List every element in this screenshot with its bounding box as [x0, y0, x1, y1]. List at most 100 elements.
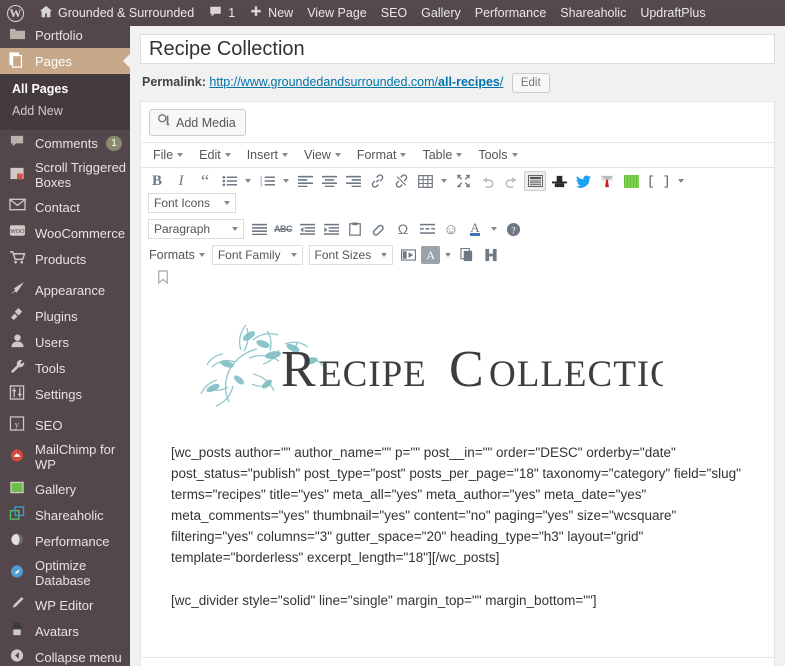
shareaholic-hat-icon[interactable] [548, 171, 570, 191]
bulleted-list-caret-icon[interactable] [242, 171, 254, 191]
shortcode-block-wc-divider[interactable]: [wc_divider style="solid" line="single" … [171, 590, 744, 611]
justify-icon[interactable] [248, 219, 270, 239]
sidebar-item-shareaholic[interactable]: Shareaholic [0, 502, 130, 528]
sidebar-label-collapse-menu: Collapse menu [35, 649, 122, 665]
menu-insert[interactable]: Insert [239, 145, 296, 165]
font-sizes-select[interactable]: Font Sizes [308, 245, 394, 265]
sidebar-item-mailchimp[interactable]: MailChimp for WP [0, 438, 130, 476]
add-media-button[interactable]: Add Media [149, 109, 246, 136]
sidebar-item-plugins[interactable]: Plugins [0, 303, 130, 329]
text-color-icon[interactable]: A [464, 219, 486, 239]
shortcode-icon[interactable]: [ ] [643, 171, 688, 191]
paste-as-text-icon[interactable] [344, 219, 366, 239]
clear-formatting-icon[interactable] [368, 219, 390, 239]
twitter-icon[interactable] [572, 171, 594, 191]
sidebar-label-wp-editor: WP Editor [35, 597, 94, 613]
anchor-icon[interactable] [152, 267, 174, 287]
permalink-link[interactable]: http://www.groundedandsurrounded.com/all… [209, 75, 503, 89]
svg-text:?: ? [511, 226, 515, 236]
toggle-toolbar-icon[interactable] [524, 171, 546, 191]
sidebar-item-optimize-database[interactable]: Optimize Database [0, 554, 130, 592]
redo-icon[interactable] [500, 171, 522, 191]
menu-table[interactable]: Table [414, 145, 470, 165]
updraftplus-menu[interactable]: UpdraftPlus [633, 0, 712, 26]
outdent-icon[interactable] [296, 219, 318, 239]
sidebar-item-contact[interactable]: Contact [0, 194, 130, 220]
formats-menu[interactable]: Formats [145, 245, 209, 265]
sidebar-item-wp-editor[interactable]: WP Editor [0, 592, 130, 618]
submenu-item-add-new[interactable]: Add New [0, 100, 130, 122]
sidebar-item-performance[interactable]: Performance [0, 528, 130, 554]
font-family-select[interactable]: Font Family [211, 245, 303, 265]
sidebar-item-settings[interactable]: Settings [0, 381, 130, 407]
insert-video-icon[interactable] [397, 245, 419, 265]
table-caret-icon[interactable] [438, 171, 450, 191]
paragraph-format-select[interactable]: Paragraph [148, 219, 244, 239]
menu-view[interactable]: View [296, 145, 349, 165]
shareaholic-menu[interactable]: Shareaholic [553, 0, 633, 26]
fullscreen-icon[interactable] [452, 171, 474, 191]
performance-menu[interactable]: Performance [468, 0, 554, 26]
sidebar-item-woocommerce[interactable]: WOO WooCommerce [0, 220, 130, 246]
shortcode-block-wc-posts[interactable]: [wc_posts author="" author_name="" p="" … [171, 442, 744, 568]
emoticon-icon[interactable]: ☺ [440, 219, 462, 239]
media-icon [157, 113, 171, 132]
comments-bubble[interactable]: 1 [201, 0, 242, 26]
wordpress-logo-icon[interactable]: W [0, 0, 32, 26]
gallery-menu[interactable]: Gallery [414, 0, 468, 26]
align-left-icon[interactable] [294, 171, 316, 191]
permalink-label: Permalink: [142, 75, 206, 89]
sidebar-item-products[interactable]: Products [0, 246, 130, 272]
view-page-link[interactable]: View Page [300, 0, 374, 26]
background-color-icon[interactable]: A [421, 246, 441, 264]
post-title-input[interactable] [140, 34, 775, 64]
site-name-menu[interactable]: Grounded & Surrounded [32, 0, 201, 26]
menu-file[interactable]: File [145, 145, 191, 165]
undo-icon[interactable] [476, 171, 498, 191]
editor-status-path[interactable]: p [141, 657, 774, 666]
strikethrough-icon[interactable]: ABC [272, 219, 294, 239]
align-center-icon[interactable] [318, 171, 340, 191]
read-more-icon[interactable] [416, 219, 438, 239]
sidebar-item-avatars[interactable]: Avatars [0, 618, 130, 644]
insert-link-icon[interactable] [366, 171, 388, 191]
sidebar-item-comments[interactable]: Comments 1 [0, 130, 130, 156]
sidebar-item-scroll-triggered-boxes[interactable]: Scroll Triggered Boxes [0, 156, 130, 194]
sidebar-item-gallery[interactable]: Gallery [0, 476, 130, 502]
align-right-icon[interactable] [342, 171, 364, 191]
table-icon[interactable] [414, 171, 436, 191]
menu-edit[interactable]: Edit [191, 145, 239, 165]
editor-content-body[interactable]: R ECIPE C OLLECTION [wc_posts author="" … [141, 290, 774, 666]
bold-icon[interactable]: B [146, 171, 168, 191]
submenu-item-all-pages[interactable]: All Pages [0, 78, 130, 100]
find-replace-icon[interactable] [480, 245, 502, 265]
pinterest-icon[interactable] [596, 171, 618, 191]
remove-link-icon[interactable] [390, 171, 412, 191]
sidebar-item-collapse-menu[interactable]: Collapse menu [0, 644, 130, 666]
italic-icon[interactable]: I [170, 171, 192, 191]
seo-menu[interactable]: SEO [374, 0, 414, 26]
indent-icon[interactable] [320, 219, 342, 239]
blockquote-icon[interactable]: “ [194, 171, 216, 191]
text-color-caret-icon[interactable] [488, 219, 500, 239]
keyboard-shortcuts-icon[interactable]: ? [502, 219, 524, 239]
w3-performance-icon [9, 532, 29, 550]
numbered-list-caret-icon[interactable] [280, 171, 292, 191]
edit-permalink-button[interactable]: Edit [511, 73, 550, 93]
font-icons-select[interactable]: Font Icons [148, 193, 236, 213]
sidebar-item-appearance[interactable]: Appearance [0, 277, 130, 303]
sidebar-item-seo[interactable]: y SEO [0, 412, 130, 438]
sidebar-item-tools[interactable]: Tools [0, 355, 130, 381]
sidebar-item-users[interactable]: Users [0, 329, 130, 355]
menu-format[interactable]: Format [349, 145, 415, 165]
green-block-icon[interactable] [620, 171, 642, 191]
bulleted-list-icon[interactable] [218, 171, 240, 191]
special-character-icon[interactable]: Ω [392, 219, 414, 239]
copy-icon[interactable] [456, 245, 478, 265]
menu-view-label: View [303, 148, 331, 162]
numbered-list-icon[interactable]: 123 [256, 171, 278, 191]
background-color-caret-icon[interactable] [442, 245, 454, 265]
menu-tools[interactable]: Tools [470, 145, 525, 165]
new-content-menu[interactable]: New [242, 0, 300, 26]
sidebar-item-pages[interactable]: Pages [0, 48, 131, 74]
